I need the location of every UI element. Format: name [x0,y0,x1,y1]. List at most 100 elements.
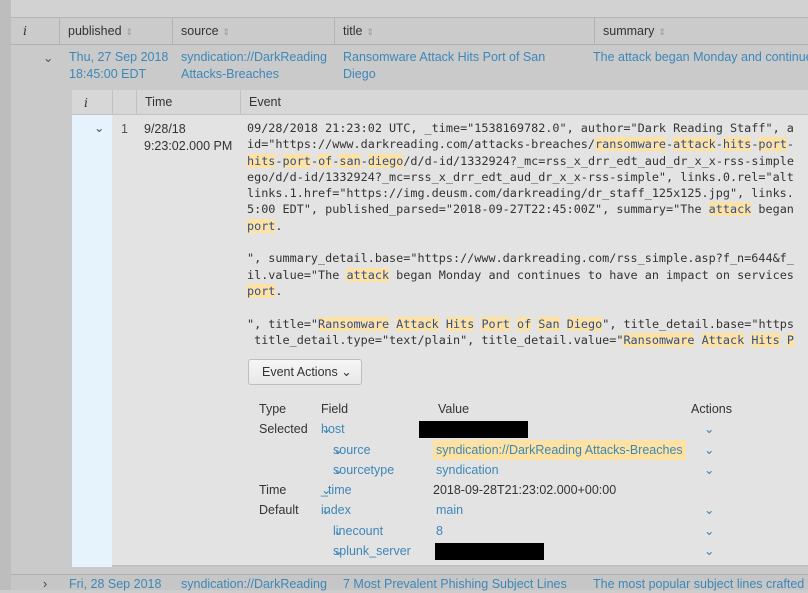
published-cell[interactable]: Fri, 28 Sep 2018 [69,576,161,593]
chevron-down-icon: ⌄ [321,503,332,518]
table-row: › Fri, 28 Sep 2018 syndication://DarkRea… [11,575,808,593]
search-term-highlight[interactable]: hits [722,137,752,152]
search-term-highlight[interactable]: diego [367,153,404,168]
search-term-highlight[interactable]: hits [247,153,276,168]
event-line: ", title="Ransomware Attack Hits Port of… [247,316,808,332]
event-line: 09/28/2018 21:23:02 UTC, _time="15381697… [247,120,808,136]
chevron-down-icon: ⌄ [333,523,344,538]
event-column-header: Event [240,90,808,115]
event-text: began [751,202,794,217]
search-term-highlight[interactable]: port [282,153,311,168]
title-line: Ransomware Attack Hits Port of San [343,50,546,64]
field-type: Selected [259,422,308,437]
event-text: . [275,218,283,233]
expand-chevron-icon[interactable]: › [43,576,47,593]
event-text: - [360,153,368,168]
search-term-highlight[interactable]: port [247,283,276,298]
search-term-highlight[interactable]: Hits [445,316,475,331]
event-line: ", summary_detail.base="https://www.dark… [247,250,808,266]
search-term-highlight[interactable]: Ransomware [318,316,390,331]
sort-icon: ⇕ [658,27,666,37]
chevron-down-icon: ⌄ [321,483,332,498]
event-text: title_detail.type="text/plain", title_de… [247,332,624,347]
chevron-down-icon: ⌄ [333,544,344,559]
event-line: il.value="The attack began Monday and co… [247,267,808,283]
event-text: - [715,137,723,152]
actions-header: Actions [691,402,732,416]
field-actions-chevron-icon[interactable]: ⌄ [704,460,714,480]
column-header-summary[interactable]: summary ⇕ [594,18,808,44]
field-row: sourcetype ⌄ syndication ⌄ [259,460,808,480]
left-gutter [0,0,11,590]
chevron-down-icon: ⌄ [341,365,352,379]
search-term-highlight[interactable]: port [758,137,787,152]
event-line [247,299,808,315]
column-label: summary [603,24,655,38]
summary-cell[interactable]: The attack began Monday and continues to… [593,49,808,66]
source-cell[interactable]: syndication://DarkReading [181,576,327,593]
field-value[interactable]: syndication://DarkReading Attacks-Breach… [433,439,686,460]
event-text: ", summary_detail.base="https://www.dark… [247,251,794,266]
collapse-chevron-icon[interactable]: ⌄ [43,50,53,67]
summary-cell[interactable]: The most popular subject lines crafted t… [593,576,808,593]
source-line: Attacks-Breaches [181,67,279,81]
field-row: Selected host ⌄ ⌄ [259,419,808,439]
column-label: published [68,24,122,38]
search-term-highlight[interactable]: attack [673,137,716,152]
event-line: title_detail.type="text/plain", title_de… [247,332,808,348]
search-term-highlight[interactable]: San [538,316,560,331]
search-term-highlight[interactable]: Hits [751,332,780,347]
field-header: Field [321,402,349,416]
column-header-title[interactable]: title ⇕ [334,18,594,44]
search-term-highlight[interactable]: Attack [701,332,745,347]
field-value[interactable]: syndication [436,460,499,480]
field-value: 2018-09-28T21:23:02.000+00:00 [433,483,617,498]
field-row: Default index ⌄ main ⌄ [259,500,808,520]
title-cell[interactable]: Ransomware Attack Hits Port of San Diego [343,49,545,83]
event-clock: 9:23:02.000 PM [144,139,233,153]
event-actions-button[interactable]: Event Actions ⌄ [248,359,362,385]
column-label: title [343,24,363,38]
published-time: 18:45:00 EDT [69,67,147,81]
event-detail-panel: i Time Event ⌄ 1 9/28/18 9:23:02.000 PM 0… [72,90,808,567]
number-column-header [112,90,136,115]
field-actions-chevron-icon[interactable]: ⌄ [704,440,714,460]
source-cell[interactable]: syndication://DarkReading Attacks-Breache… [181,49,327,83]
search-term-highlight[interactable]: of [516,316,532,331]
search-term-highlight[interactable]: Port [481,316,510,331]
published-cell[interactable]: Thu, 27 Sep 2018 18:45:00 EDT [69,49,168,83]
search-term-highlight[interactable]: attack [346,267,390,282]
event-text [439,317,446,331]
event-text: began Monday and continues to have an im… [389,267,794,282]
search-term-highlight[interactable]: Ransomware [623,332,695,347]
field-value[interactable]: 8 [436,521,443,541]
field-actions-chevron-icon[interactable]: ⌄ [704,500,714,520]
search-term-highlight[interactable]: Attack [396,316,439,331]
event-line: links.1.href="https://img.deusm.com/dark… [247,185,808,201]
field-actions-chevron-icon[interactable]: ⌄ [704,419,714,439]
event-text: ego/d/d-id/1332924?_mc=rss_x_drr_edt_aud… [247,169,794,184]
event-time: 9/28/18 9:23:02.000 PM [144,121,232,155]
search-term-highlight[interactable]: ransomware [595,137,667,152]
search-term-highlight[interactable]: of [318,153,333,168]
search-term-highlight[interactable]: P [786,332,794,347]
field-actions-chevron-icon[interactable]: ⌄ [704,521,714,541]
column-header-source[interactable]: source ⇕ [172,18,334,44]
search-term-highlight[interactable]: san [339,153,361,168]
event-text [510,317,517,331]
time-column-header: Time [136,90,240,115]
event-text: 5:00 EDT", published_parsed="2018-09-27T… [247,202,709,217]
event-text: ", title=" [247,316,319,331]
search-term-highlight[interactable]: port [247,218,276,233]
field-actions-chevron-icon[interactable]: ⌄ [704,541,714,561]
search-term-highlight[interactable]: Diego [566,316,603,331]
search-term-highlight[interactable]: attack [708,202,752,217]
field-value[interactable]: main [436,500,463,520]
collapse-chevron-icon[interactable]: ⌄ [94,120,104,137]
value-header: Value [438,402,470,416]
event-number: 1 [121,122,128,136]
column-header-published[interactable]: published ⇕ [59,18,172,44]
title-cell[interactable]: 7 Most Prevalent Phishing Subject Lines [343,576,567,593]
results-table-header: i published ⇕ source ⇕ title ⇕ summary ⇕ [11,18,808,45]
field-name: splunk_server [333,544,411,559]
